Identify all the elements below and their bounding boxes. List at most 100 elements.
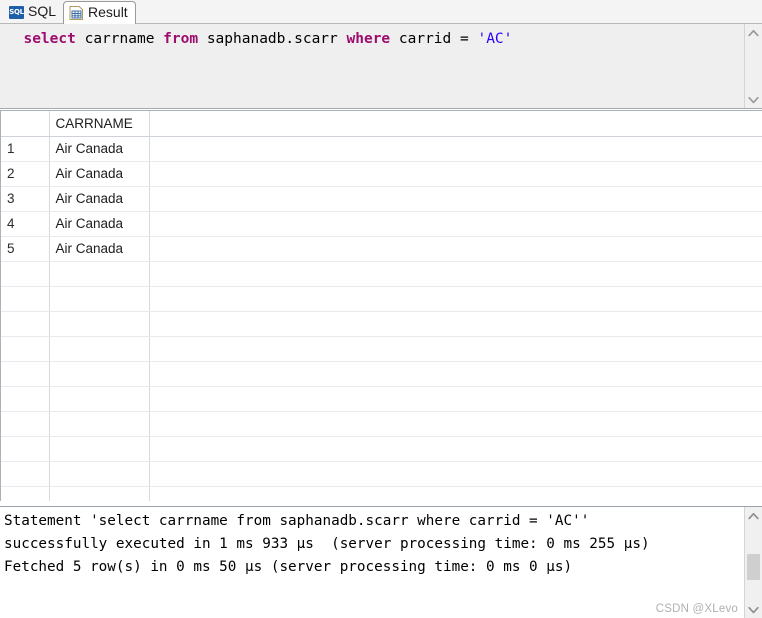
row-number: 3 xyxy=(1,186,50,212)
cell-filler xyxy=(149,436,762,462)
message-line-statement: Statement 'select carrname from saphanad… xyxy=(4,513,590,529)
table-header-row: CARRNAME xyxy=(1,111,762,137)
sql-editor[interactable]: select carrname from saphanadb.scarr whe… xyxy=(0,24,744,108)
sql-keyword-from: from xyxy=(163,31,199,47)
editor-scroll-track[interactable] xyxy=(745,41,762,91)
table-grid-icon xyxy=(69,6,84,20)
cell-filler xyxy=(149,336,762,362)
cell-filler xyxy=(149,486,762,501)
message-line-executed: successfully executed in 1 ms 933 µs (se… xyxy=(4,536,650,552)
cell-empty[interactable] xyxy=(49,461,150,487)
result-grid-panel: CARRNAME 1 Air Canada 2 Air Canada 3 Air… xyxy=(0,110,762,501)
row-number-empty xyxy=(1,311,50,337)
table-row-empty[interactable] xyxy=(1,436,762,462)
table-row-empty[interactable] xyxy=(1,411,762,437)
cell-empty[interactable] xyxy=(49,486,150,501)
table-row[interactable]: 4 Air Canada xyxy=(1,211,762,237)
scroll-up-arrow-icon[interactable] xyxy=(745,24,762,41)
cell-filler xyxy=(149,211,762,237)
row-number-empty xyxy=(1,286,50,312)
cell-filler xyxy=(149,161,762,187)
table-row[interactable]: 5 Air Canada xyxy=(1,236,762,262)
table-row[interactable]: 2 Air Canada xyxy=(1,161,762,187)
result-grid-scroll-area[interactable]: CARRNAME 1 Air Canada 2 Air Canada 3 Air… xyxy=(0,110,762,501)
table-row[interactable]: 3 Air Canada xyxy=(1,186,762,212)
table-row-empty[interactable] xyxy=(1,336,762,362)
sql-text-2: saphanadb.scarr xyxy=(198,31,347,47)
cell-filler xyxy=(149,411,762,437)
tab-sql-label: SQL xyxy=(28,3,57,19)
result-table: CARRNAME 1 Air Canada 2 Air Canada 3 Air… xyxy=(1,111,762,501)
sql-editor-panel: select carrname from saphanadb.scarr whe… xyxy=(0,24,762,109)
sql-text-3: carrid = xyxy=(390,31,478,47)
cell-filler xyxy=(149,186,762,212)
row-number-empty xyxy=(1,361,50,387)
cell-filler xyxy=(149,361,762,387)
cell-empty[interactable] xyxy=(49,386,150,412)
cell-carrname[interactable]: Air Canada xyxy=(49,236,150,262)
message-panel: Statement 'select carrname from saphanad… xyxy=(0,506,762,618)
cell-filler xyxy=(149,261,762,287)
row-number-empty xyxy=(1,386,50,412)
cell-filler xyxy=(149,461,762,487)
table-row-empty[interactable] xyxy=(1,361,762,387)
cell-empty[interactable] xyxy=(49,411,150,437)
cell-empty[interactable] xyxy=(49,286,150,312)
cell-filler xyxy=(149,386,762,412)
tab-sql[interactable]: SQL SQL xyxy=(4,1,63,23)
row-number-empty xyxy=(1,336,50,362)
sql-text-1: carrname xyxy=(75,31,164,47)
table-row[interactable]: 1 Air Canada xyxy=(1,136,762,162)
column-header-carrname[interactable]: CARRNAME xyxy=(49,111,150,137)
table-row-empty[interactable] xyxy=(1,286,762,312)
message-scroll-track[interactable] xyxy=(745,524,762,601)
watermark: CSDN @XLevo xyxy=(655,603,738,615)
cell-carrname[interactable]: Air Canada xyxy=(49,136,150,162)
result-table-body: 1 Air Canada 2 Air Canada 3 Air Canada 4… xyxy=(1,136,762,501)
row-number: 2 xyxy=(1,161,50,187)
message-vertical-scrollbar[interactable] xyxy=(744,507,762,618)
row-number-empty xyxy=(1,436,50,462)
row-number-empty xyxy=(1,486,50,501)
table-row-empty[interactable] xyxy=(1,261,762,287)
row-number-empty xyxy=(1,461,50,487)
row-number: 1 xyxy=(1,136,50,162)
scroll-down-arrow-icon[interactable] xyxy=(745,601,762,618)
cell-filler xyxy=(149,136,762,162)
scroll-down-arrow-icon[interactable] xyxy=(745,91,762,108)
tab-bar: SQL SQL Result xyxy=(0,0,762,24)
row-number: 4 xyxy=(1,211,50,237)
editor-vertical-scrollbar[interactable] xyxy=(744,24,762,108)
table-row-empty[interactable] xyxy=(1,386,762,412)
cell-carrname[interactable]: Air Canada xyxy=(49,186,150,212)
tab-result-label: Result xyxy=(88,4,128,20)
message-scroll-thumb[interactable] xyxy=(747,554,760,580)
sql-keyword-select: select xyxy=(23,31,76,47)
cell-filler xyxy=(149,311,762,337)
table-row-empty[interactable] xyxy=(1,461,762,487)
row-number-empty xyxy=(1,411,50,437)
cell-filler xyxy=(149,286,762,312)
cell-filler xyxy=(149,236,762,262)
cell-empty[interactable] xyxy=(49,311,150,337)
row-number-empty xyxy=(1,261,50,287)
sql-statement-line: select carrname from saphanadb.scarr whe… xyxy=(6,30,744,48)
table-row-empty[interactable] xyxy=(1,311,762,337)
tab-result[interactable]: Result xyxy=(63,1,136,24)
sql-string-literal: 'AC' xyxy=(477,31,513,47)
cell-empty[interactable] xyxy=(49,436,150,462)
cell-empty[interactable] xyxy=(49,261,150,287)
message-text-area[interactable]: Statement 'select carrname from saphanad… xyxy=(0,507,744,618)
sql-keyword-where: where xyxy=(346,31,391,47)
table-row-empty[interactable] xyxy=(1,486,762,501)
column-header-filler xyxy=(149,111,762,137)
cell-empty[interactable] xyxy=(49,361,150,387)
message-line-fetched: Fetched 5 row(s) in 0 ms 50 µs (server p… xyxy=(4,559,573,575)
column-header-rownum[interactable] xyxy=(1,111,50,137)
scroll-up-arrow-icon[interactable] xyxy=(745,507,762,524)
cell-carrname[interactable]: Air Canada xyxy=(49,161,150,187)
row-number: 5 xyxy=(1,236,50,262)
cell-empty[interactable] xyxy=(49,336,150,362)
sql-icon: SQL xyxy=(9,5,24,19)
cell-carrname[interactable]: Air Canada xyxy=(49,211,150,237)
